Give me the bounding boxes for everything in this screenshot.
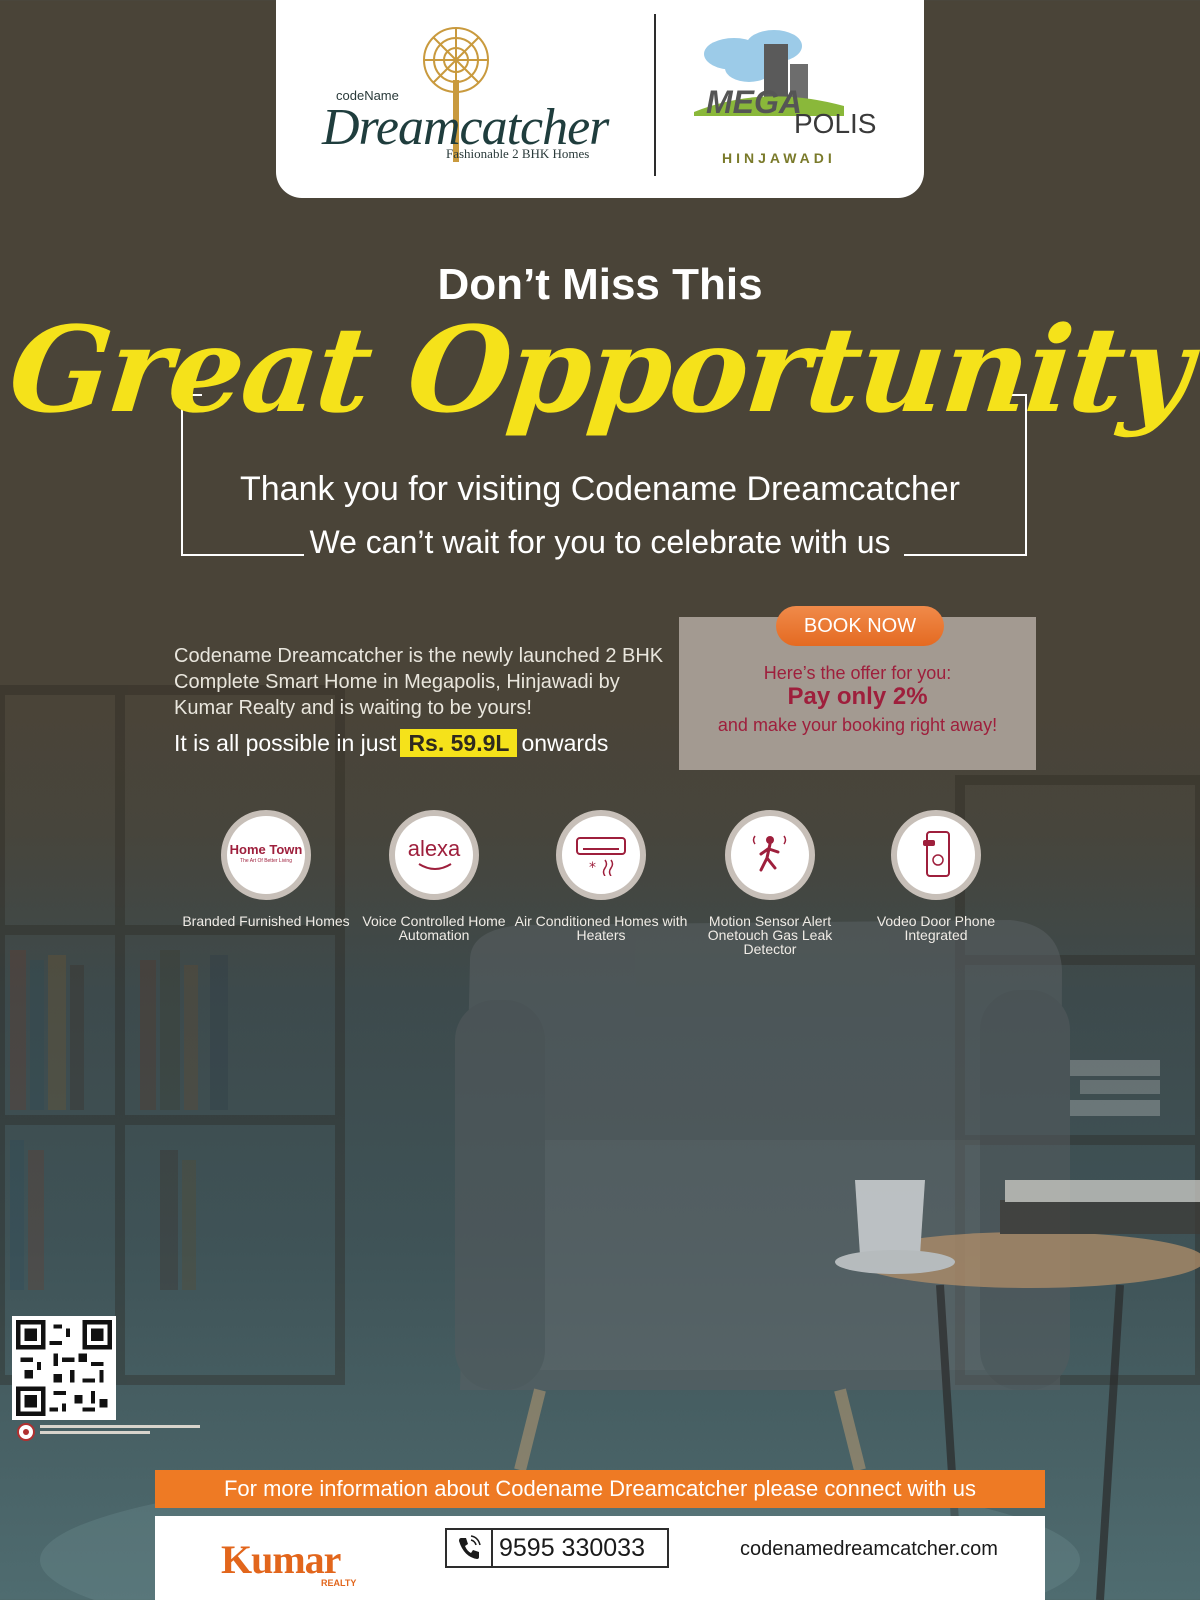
motion-sensor-icon <box>725 810 815 900</box>
project-description: Codename Dreamcatcher is the newly launc… <box>174 645 664 719</box>
feature-label: Motion Sensor Alert Onetouch Gas Leak De… <box>707 913 833 957</box>
feature-motion-sensor: Motion Sensor Alert Onetouch Gas Leak De… <box>680 810 860 956</box>
feature-voice-controlled: alexa Voice Controlled Home Automation <box>344 810 524 942</box>
feature-label: Voice Controlled Home Automation <box>362 913 506 943</box>
home-town-logo-icon: Home Town The Art Of Better Living <box>221 810 311 900</box>
headline-main: Great Opportunity <box>3 300 1197 439</box>
header-divider <box>654 14 656 176</box>
air-conditioner-icon: * <box>556 810 646 900</box>
footer-contact-card: Kumar REALTY 9595 330033 codenamedreamca… <box>155 1516 1045 1600</box>
dreamcatcher-tagline: Fashionable 2 BHK Homes <box>446 146 590 161</box>
offer-main: Pay only 2% <box>787 683 928 710</box>
celebrate-text: We can’t wait for you to celebrate with … <box>309 524 891 560</box>
home-town-logo-subtext: The Art Of Better Living <box>240 858 292 864</box>
qr-code-image <box>12 1316 116 1420</box>
price-line: It is all possible in just Rs. 59.9L onwar… <box>174 729 609 757</box>
kumar-brand-text: Kumar <box>221 1537 341 1582</box>
alexa-logo-text: alexa <box>407 836 461 861</box>
phone-contact[interactable]: 9595 330033 <box>445 1528 669 1568</box>
rera-seal-icon <box>17 1423 35 1441</box>
room-background-image <box>0 685 1200 1600</box>
feature-door-phone: Vodeo Door Phone Integrated <box>846 810 1026 942</box>
feature-label: Branded Furnished Homes <box>182 913 350 929</box>
megapolis-polis-text: POLIS <box>794 108 877 139</box>
megapolis-mega-text: MEGA <box>706 84 802 120</box>
alexa-logo-icon: alexa <box>389 810 479 900</box>
thank-you-text: Thank you for visiting Codename Dreamcat… <box>240 470 960 508</box>
phone-number[interactable]: 9595 330033 <box>493 1534 645 1563</box>
dreamcatcher-logo: codeName Dreamcatcher Fashionable 2 BHK … <box>316 20 616 170</box>
offer-sub: and make your booking right away! <box>717 715 998 735</box>
rera-registration-fine-print <box>40 1425 200 1434</box>
price-suffix: onwards <box>521 730 609 756</box>
kumar-realty-logo: Kumar REALTY <box>221 1536 356 1588</box>
kumar-realty-subtext: REALTY <box>321 1578 357 1588</box>
contact-info-bar: For more information about Codename Drea… <box>155 1470 1045 1508</box>
price-badge: Rs. 59.9L <box>400 729 518 757</box>
phone-icon <box>447 1530 493 1566</box>
offer-intro: Here’s the offer for you: <box>763 663 952 683</box>
price-prefix: It is all possible in just <box>174 730 397 756</box>
alexa-smile-icon <box>418 863 452 870</box>
feature-air-conditioned: * Air Conditioned Homes with Heaters <box>511 810 691 942</box>
feature-label: Vodeo Door Phone Integrated <box>876 913 996 943</box>
svg-text:*: * <box>589 860 596 876</box>
door-phone-icon <box>891 810 981 900</box>
feature-branded-furnished: Home Town The Art Of Better Living Brand… <box>176 810 356 928</box>
home-town-logo-text: Home Town <box>229 842 303 857</box>
website-link[interactable]: codenamedreamcatcher.com <box>740 1538 998 1561</box>
feature-label: Air Conditioned Homes with Heaters <box>514 913 688 943</box>
megapolis-location: HINJAWADI <box>722 150 836 166</box>
header-logos-card: codeName Dreamcatcher Fashionable 2 BHK … <box>276 0 924 198</box>
book-now-button[interactable]: BOOK NOW <box>776 606 944 646</box>
